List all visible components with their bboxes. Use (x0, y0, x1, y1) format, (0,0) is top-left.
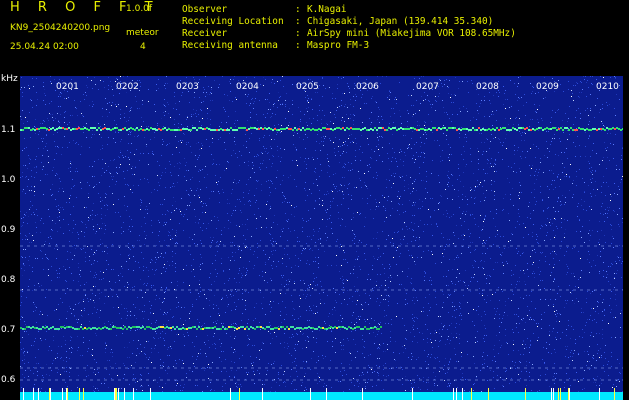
x-tick-label: 0210 (596, 82, 619, 92)
bottom-marker (116, 388, 117, 400)
y-tick-label: 0.7 (1, 325, 16, 335)
bottom-marker (49, 388, 50, 400)
spectrogram-canvas (20, 76, 623, 400)
observer-label: Observer (182, 4, 228, 15)
bottom-marker (133, 388, 134, 400)
bottom-marker (79, 388, 80, 400)
mode-label: meteor (126, 28, 159, 38)
bottom-marker (262, 388, 263, 400)
y-axis-unit: kHz (1, 74, 18, 84)
bottom-marker (560, 388, 561, 400)
y-tick-label: 0.6 (1, 375, 16, 385)
bottom-marker (462, 388, 463, 400)
bottom-marker (66, 388, 67, 400)
colon-separator: : (295, 40, 301, 51)
bottom-marker (230, 388, 231, 400)
date-time: 25.04.24 02:00 (10, 42, 79, 52)
bottom-marker (456, 388, 457, 400)
spectrogram (20, 76, 623, 400)
bottom-marker (23, 388, 24, 400)
bottom-marker (471, 388, 472, 400)
bottom-marker (558, 388, 559, 400)
location-label: Receiving Location (182, 16, 284, 27)
bottom-marker (62, 388, 63, 400)
bottom-marker (488, 388, 489, 400)
bottom-marker (412, 388, 413, 400)
app-version: 1.0.0f (126, 4, 153, 14)
bottom-marker (38, 388, 39, 400)
bottom-marker (118, 388, 119, 400)
bottom-marker (115, 388, 116, 400)
location-value: Chigasaki, Japan (139.414 35.340) (307, 16, 494, 27)
receiver-label: Receiver (182, 28, 228, 39)
header-panel: H R O F F T 1.0.0f KN9_2504240200.png 25… (0, 0, 629, 72)
bottom-marker (114, 388, 115, 400)
antenna-label: Receiving antenna (182, 40, 278, 51)
x-tick-label: 0208 (476, 82, 499, 92)
bottom-marker (599, 388, 600, 400)
bottom-marker (150, 388, 151, 400)
receiver-value: AirSpy mini (Miakejima VOR 108.65MHz) (307, 28, 516, 39)
colon-separator: : (295, 4, 301, 15)
bottom-band (20, 392, 623, 400)
bottom-marker (326, 388, 327, 400)
bottom-marker (614, 388, 615, 400)
bottom-marker (310, 388, 311, 400)
spectrogram-background (20, 76, 623, 400)
x-tick-label: 0204 (236, 82, 259, 92)
bottom-marker (362, 388, 363, 400)
bottom-marker (33, 388, 34, 400)
bottom-marker (83, 388, 84, 400)
file-name: KN9_2504240200.png (10, 23, 111, 33)
y-tick-label: 1.0 (1, 175, 16, 185)
bottom-marker (525, 388, 526, 400)
x-tick-label: 0201 (56, 82, 79, 92)
bottom-marker (551, 388, 552, 400)
x-tick-label: 0206 (356, 82, 379, 92)
antenna-value: Maspro FM-3 (307, 40, 370, 51)
colon-separator: : (295, 28, 301, 39)
x-tick-label: 0205 (296, 82, 319, 92)
bottom-marker (50, 388, 51, 400)
bottom-marker (569, 388, 570, 400)
y-tick-label: 0.9 (1, 225, 16, 235)
x-tick-label: 0202 (116, 82, 139, 92)
bottom-marker (553, 388, 554, 400)
bottom-marker (124, 388, 125, 400)
y-tick-label: 0.8 (1, 275, 16, 285)
bottom-marker (239, 388, 240, 400)
bottom-marker (67, 388, 68, 400)
x-tick-label: 0207 (416, 82, 439, 92)
x-tick-label: 0209 (536, 82, 559, 92)
bottom-marker (568, 388, 569, 400)
bottom-marker (453, 388, 454, 400)
colon-separator: : (295, 16, 301, 27)
x-tick-label: 0203 (176, 82, 199, 92)
observer-value: K.Nagai (307, 4, 347, 15)
mode-value: 4 (140, 42, 146, 52)
y-tick-label: 1.1 (1, 125, 16, 135)
